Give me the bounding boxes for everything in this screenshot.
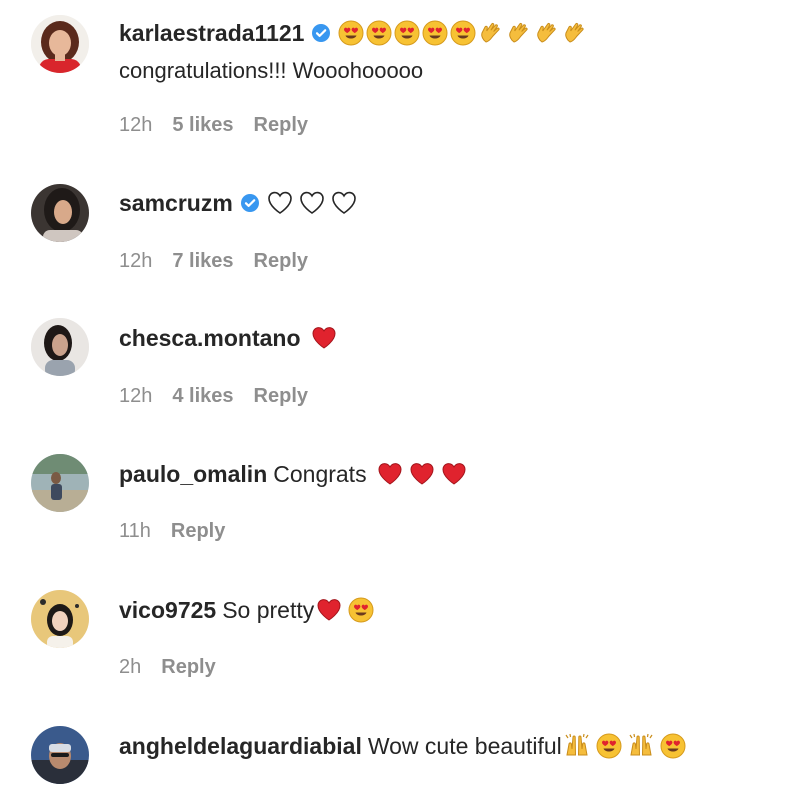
reply-button[interactable]: Reply	[161, 654, 215, 680]
red-heart-emoji	[311, 325, 337, 351]
clapping-hands-emoji	[506, 20, 532, 46]
comment-meta: 12h 7 likes Reply	[119, 248, 308, 274]
clapping-hands-emoji	[562, 20, 588, 46]
avatar[interactable]	[31, 454, 89, 512]
avatar[interactable]	[31, 184, 89, 242]
username[interactable]: angheldelaguardiabial	[119, 731, 362, 761]
likes-count[interactable]: 5 likes	[172, 112, 233, 138]
comment-time[interactable]: 12h	[119, 248, 152, 274]
comment-line: samcruzm	[119, 188, 790, 218]
comment-item: paulo_omalin Congrats 11h Reply	[0, 440, 800, 572]
red-heart-emoji	[377, 461, 403, 487]
username[interactable]: paulo_omalin	[119, 459, 267, 489]
clapping-hands-emoji	[534, 20, 560, 46]
comment-line: paulo_omalin Congrats	[119, 459, 790, 489]
white-heart-emoji	[267, 190, 293, 216]
emoji-group	[311, 325, 339, 351]
red-heart-emoji	[316, 597, 342, 623]
reply-button[interactable]: Reply	[171, 518, 225, 544]
comment-meta: 2h Reply	[119, 654, 216, 680]
heart-eyes-emoji	[366, 20, 392, 46]
comment-item: karlaestrada1121 congratulations!!! Wooo…	[0, 0, 800, 136]
comment-item: samcruzm 12h 7 likes Reply	[0, 168, 800, 300]
emoji-group	[316, 597, 376, 623]
comment-meta: 12h 5 likes Reply	[119, 112, 308, 138]
heart-eyes-emoji	[348, 597, 374, 623]
verified-badge-icon	[240, 193, 260, 213]
heart-eyes-emoji	[394, 20, 420, 46]
reply-button[interactable]: Reply	[254, 248, 308, 274]
white-heart-emoji	[299, 190, 325, 216]
avatar[interactable]	[31, 726, 89, 784]
emoji-group	[267, 190, 359, 216]
emoji-group	[338, 20, 590, 46]
comment-line: vico9725 So pretty	[119, 595, 790, 625]
comment-item: vico9725 So pretty 2h Reply	[0, 576, 800, 708]
emoji-group	[377, 461, 469, 487]
comment-item: chesca.montano 12h 4 likes Reply	[0, 304, 800, 436]
likes-count[interactable]: 7 likes	[172, 248, 233, 274]
likes-count[interactable]: 4 likes	[172, 383, 233, 409]
comment-line: angheldelaguardiabial Wow cute beautiful	[119, 731, 790, 761]
comment-item: angheldelaguardiabial Wow cute beautiful	[0, 712, 800, 792]
heart-eyes-emoji	[422, 20, 448, 46]
username[interactable]: samcruzm	[119, 188, 233, 218]
heart-eyes-emoji	[596, 733, 622, 759]
avatar[interactable]	[31, 318, 89, 376]
reply-button[interactable]: Reply	[254, 383, 308, 409]
emoji-group	[564, 733, 688, 759]
username[interactable]: vico9725	[119, 595, 216, 625]
heart-eyes-emoji	[660, 733, 686, 759]
red-heart-emoji	[441, 461, 467, 487]
clapping-hands-emoji	[478, 20, 504, 46]
comment-text: Wow cute beautiful	[367, 733, 562, 759]
comment-time[interactable]: 2h	[119, 654, 141, 680]
comment-line: karlaestrada1121	[119, 18, 790, 48]
comment-meta: 12h 4 likes Reply	[119, 383, 308, 409]
comment-text: So pretty	[222, 597, 315, 623]
heart-eyes-emoji	[450, 20, 476, 46]
red-heart-emoji	[409, 461, 435, 487]
comment-time[interactable]: 11h	[119, 518, 151, 544]
white-heart-emoji	[331, 190, 357, 216]
comment-text: congratulations!!! Wooohooooo	[119, 58, 424, 83]
comment-time[interactable]: 12h	[119, 112, 152, 138]
reply-button[interactable]: Reply	[254, 112, 308, 138]
heart-eyes-emoji	[338, 20, 364, 46]
comment-time[interactable]: 12h	[119, 383, 152, 409]
comment-meta: 11h Reply	[119, 518, 225, 544]
verified-badge-icon	[311, 23, 331, 43]
avatar[interactable]	[31, 590, 89, 648]
raising-hands-emoji	[628, 733, 654, 759]
username[interactable]: chesca.montano	[119, 323, 301, 353]
avatar[interactable]	[31, 15, 89, 73]
raising-hands-emoji	[564, 733, 590, 759]
username[interactable]: karlaestrada1121	[119, 18, 304, 48]
comment-line: chesca.montano	[119, 323, 790, 353]
comment-text: Congrats	[273, 461, 367, 487]
